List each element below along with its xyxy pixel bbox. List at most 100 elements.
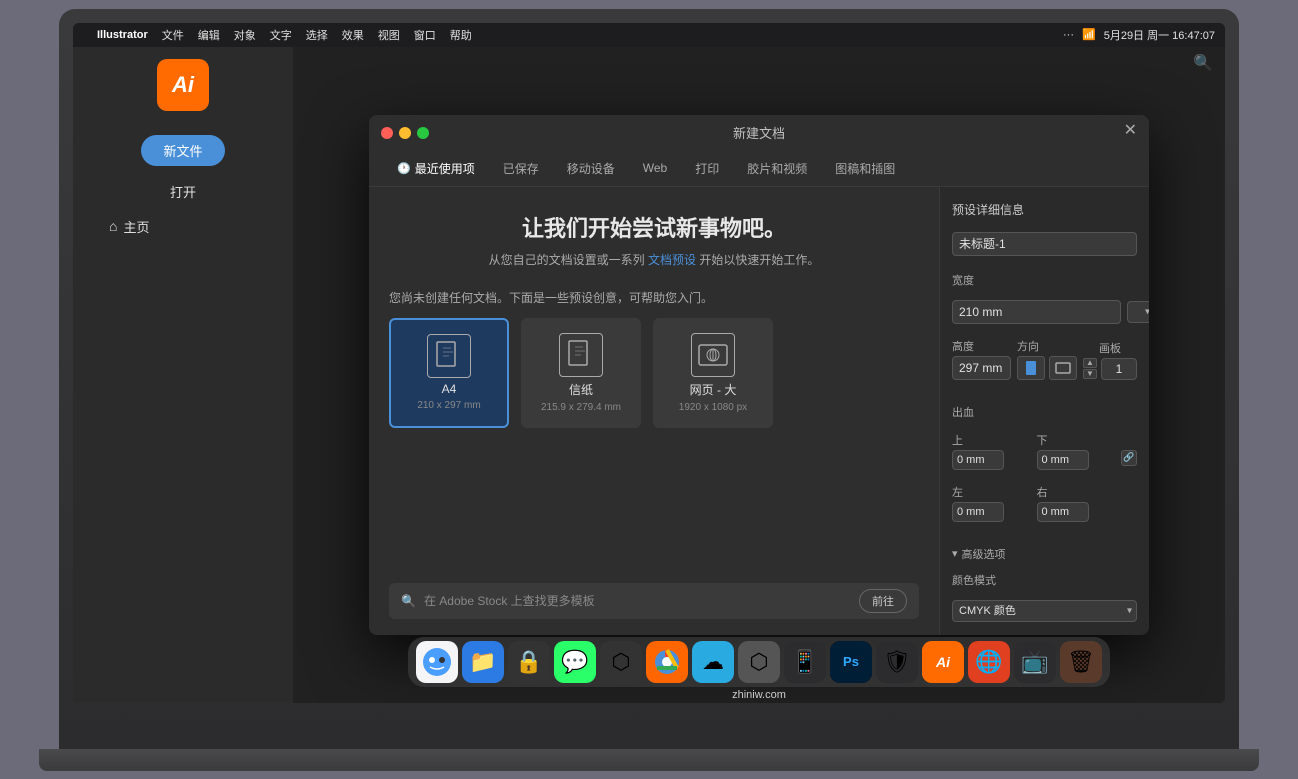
sidebar: Ai 新文件 打开 ⌂ 主页 (73, 47, 293, 703)
chevron-down-icon: ▾ (952, 547, 958, 560)
advanced-options-toggle[interactable]: ▾ 高级选项 (952, 546, 1137, 562)
dock-ps[interactable]: Ps (830, 641, 872, 683)
website-label: zhiniw.com (732, 689, 786, 701)
dock-wechat[interactable]: 💬 (554, 641, 596, 683)
landscape-btn[interactable] (1049, 356, 1077, 380)
maximize-traffic-light[interactable] (417, 127, 429, 139)
bleed-top-input[interactable] (952, 450, 1004, 470)
dock-appstore[interactable]: 📱 (784, 641, 826, 683)
artboard-up[interactable]: ▲ (1083, 358, 1097, 368)
menu-view[interactable]: 视图 (378, 27, 400, 43)
portrait-btn[interactable] (1017, 356, 1045, 380)
tab-mobile[interactable]: 移动设备 (555, 156, 627, 181)
menu-help[interactable]: 帮助 (450, 27, 472, 43)
search-bar-icon: 🔍 (401, 594, 416, 608)
bleed-top-bottom: 上 下 🔗 (952, 432, 1137, 470)
dock-finder[interactable] (416, 641, 458, 683)
dock-trash[interactable]: 🗑 (1060, 641, 1102, 683)
dialog-overlay: 新建文档 ✕ 🕐 最近使用项 已保存 (293, 47, 1225, 703)
dock-browser[interactable]: 🌐 (968, 641, 1010, 683)
artboard-row: ▲ ▼ (1083, 358, 1137, 380)
dialog-body: 让我们开始尝试新事物吧。 从您自己的文档设置或一系列 文档预设 开始以快速开始工… (369, 187, 1149, 635)
dialog-titlebar: 新建文档 ✕ (369, 115, 1149, 151)
color-mode-select-wrap[interactable]: CMYK 颜色 RGB 颜色 (952, 600, 1137, 622)
dock-files[interactable]: 📁 (462, 641, 504, 683)
menubar-time: 5月29日 周一 16:47:07 (1104, 27, 1215, 43)
dock-app2[interactable]: ⬡ (738, 641, 780, 683)
menubar-dots: ··· (1063, 29, 1074, 41)
menubar-wifi: 📶 (1082, 28, 1096, 41)
unit-select[interactable]: 毫米 厘米 像素 英寸 (1127, 301, 1149, 323)
dock-cloud[interactable]: ☁ (692, 641, 734, 683)
bleed-bottom-input[interactable] (1037, 450, 1089, 470)
artboard-label: 画板 (1099, 340, 1121, 356)
stock-search-bar: 🔍 在 Adobe Stock 上查找更多模板 前往 (389, 583, 919, 619)
tab-print[interactable]: 打印 (683, 156, 731, 181)
main-canvas: ZHINIW.COM 🔍 新建文档 ✕ (293, 47, 1225, 703)
ai-logo: Ai (157, 59, 209, 111)
tab-web[interactable]: Web (631, 157, 679, 179)
preset-a4[interactable]: A4 210 x 297 mm (389, 318, 509, 428)
search-go-button[interactable]: 前往 (859, 589, 907, 613)
width-label: 宽度 (952, 272, 1137, 288)
preset-link[interactable]: 文档预设 (648, 253, 696, 267)
menu-file[interactable]: 文件 (162, 27, 184, 43)
link-icon[interactable]: 🔗 (1121, 450, 1137, 466)
bleed-label: 出血 (952, 404, 1137, 420)
bleed-left-right: 左 右 (952, 484, 1137, 522)
new-file-button[interactable]: 新文件 (141, 135, 224, 166)
bleed-left-input[interactable] (952, 502, 1004, 522)
menu-effect[interactable]: 效果 (342, 27, 364, 43)
dock-app1[interactable]: ⬡ (600, 641, 642, 683)
bleed-right-col: 右 (1037, 484, 1116, 522)
menu-type[interactable]: 文字 (270, 27, 292, 43)
artboard-input[interactable] (1101, 358, 1137, 380)
open-file-button[interactable]: 打开 (170, 178, 196, 205)
laptop-bottom (39, 749, 1259, 771)
menubar-right: ··· 📶 5月29日 周一 16:47:07 (1063, 27, 1215, 43)
dialog-x-close[interactable]: ✕ (1124, 123, 1137, 139)
bleed-top-label: 上 (952, 432, 1031, 448)
preset-letter-size: 215.9 x 279.4 mm (541, 402, 621, 413)
bleed-left-label: 左 (952, 484, 1031, 500)
recent-label: 您尚未创建任何文档。下面是一些预设创意，可帮助您入门。 (389, 289, 919, 306)
sidebar-item-home[interactable]: ⌂ 主页 (73, 213, 293, 240)
dock-screen[interactable]: 📺 (1014, 641, 1056, 683)
height-col: 高度 (952, 338, 1011, 380)
tab-film[interactable]: 胶片和视频 (735, 156, 819, 181)
preset-web-large[interactable]: 网页 - 大 1920 x 1080 px (653, 318, 773, 428)
minimize-traffic-light[interactable] (399, 127, 411, 139)
artboard-down[interactable]: ▼ (1083, 369, 1097, 379)
tab-saved[interactable]: 已保存 (491, 156, 551, 181)
dock-chrome[interactable] (646, 641, 688, 683)
dialog-title: 新建文档 (733, 123, 785, 142)
tab-artwork[interactable]: 图稿和插图 (823, 156, 907, 181)
unit-select-wrap[interactable]: 毫米 厘米 像素 英寸 (1127, 301, 1149, 323)
dock: 📁 🔒 💬 ⬡ ☁ ⬡ 📱 Ps 🛡 Ai (408, 637, 1110, 687)
preset-letter-icon (559, 333, 603, 377)
width-input[interactable] (952, 300, 1121, 324)
orientation-buttons (1017, 356, 1077, 380)
bleed-right-input[interactable] (1037, 502, 1089, 522)
preset-letter-name: 信纸 (569, 381, 593, 398)
menu-edit[interactable]: 编辑 (198, 27, 220, 43)
height-input[interactable] (952, 356, 1011, 380)
color-mode-select[interactable]: CMYK 颜色 RGB 颜色 (952, 600, 1137, 622)
laptop-screen: Illustrator 文件 编辑 对象 文字 选择 效果 视图 窗口 帮助 ·… (73, 23, 1225, 703)
laptop-shell: Illustrator 文件 编辑 对象 文字 选择 效果 视图 窗口 帮助 ·… (59, 9, 1239, 749)
app-name[interactable]: Illustrator (97, 29, 148, 41)
bleed-right-label: 右 (1037, 484, 1116, 500)
menubar: Illustrator 文件 编辑 对象 文字 选择 效果 视图 窗口 帮助 ·… (73, 23, 1225, 47)
dock-ai[interactable]: Ai (922, 641, 964, 683)
bleed-bottom-label: 下 (1037, 432, 1116, 448)
dock-shield[interactable]: 🛡 (876, 641, 918, 683)
preset-letter[interactable]: 信纸 215.9 x 279.4 mm (521, 318, 641, 428)
close-traffic-light[interactable] (381, 127, 393, 139)
dock-lock[interactable]: 🔒 (508, 641, 550, 683)
doc-name-input[interactable] (952, 232, 1137, 256)
hero-desc: 从您自己的文档设置或一系列 文档预设 开始以快速开始工作。 (389, 251, 919, 269)
menu-window[interactable]: 窗口 (414, 27, 436, 43)
tab-recent[interactable]: 🕐 最近使用项 (385, 156, 487, 181)
menu-object[interactable]: 对象 (234, 27, 256, 43)
menu-select[interactable]: 选择 (306, 27, 328, 43)
